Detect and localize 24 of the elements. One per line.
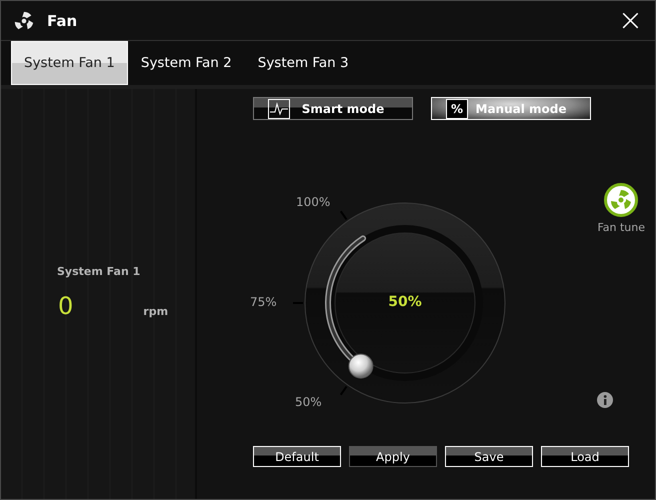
fan-tune-label: Fan tune xyxy=(597,221,645,234)
scale-label: 75% xyxy=(250,295,277,309)
scale-label: 100% xyxy=(296,195,330,209)
speed-unit: rpm xyxy=(143,305,168,318)
fan-speed-percent: 50% xyxy=(387,294,423,310)
fan-tab[interactable]: System Fan 1 xyxy=(11,41,128,85)
fan-tune-icon[interactable] xyxy=(604,183,638,217)
window-title: Fan xyxy=(47,12,78,30)
mode-button[interactable]: Smart mode xyxy=(253,97,413,120)
fan-tab[interactable]: System Fan 2 xyxy=(128,41,245,85)
info-icon[interactable] xyxy=(597,392,613,408)
scale-label: 50% xyxy=(295,395,322,409)
action-button[interactable]: Load xyxy=(541,446,629,467)
percent-icon: % xyxy=(446,98,468,118)
action-button[interactable]: Save xyxy=(445,446,533,467)
close-button[interactable]: × xyxy=(616,6,645,36)
fan-speed-value: 0 xyxy=(58,292,74,320)
knob-thumb[interactable] xyxy=(348,354,374,379)
fan-icon xyxy=(13,10,35,32)
fan-tab[interactable]: System Fan 3 xyxy=(244,41,362,85)
mode-button[interactable]: % Manual mode xyxy=(431,97,591,120)
action-button[interactable]: Default xyxy=(253,446,341,467)
waveform-icon xyxy=(268,98,290,118)
sensor-name: System Fan 1 xyxy=(57,265,142,278)
